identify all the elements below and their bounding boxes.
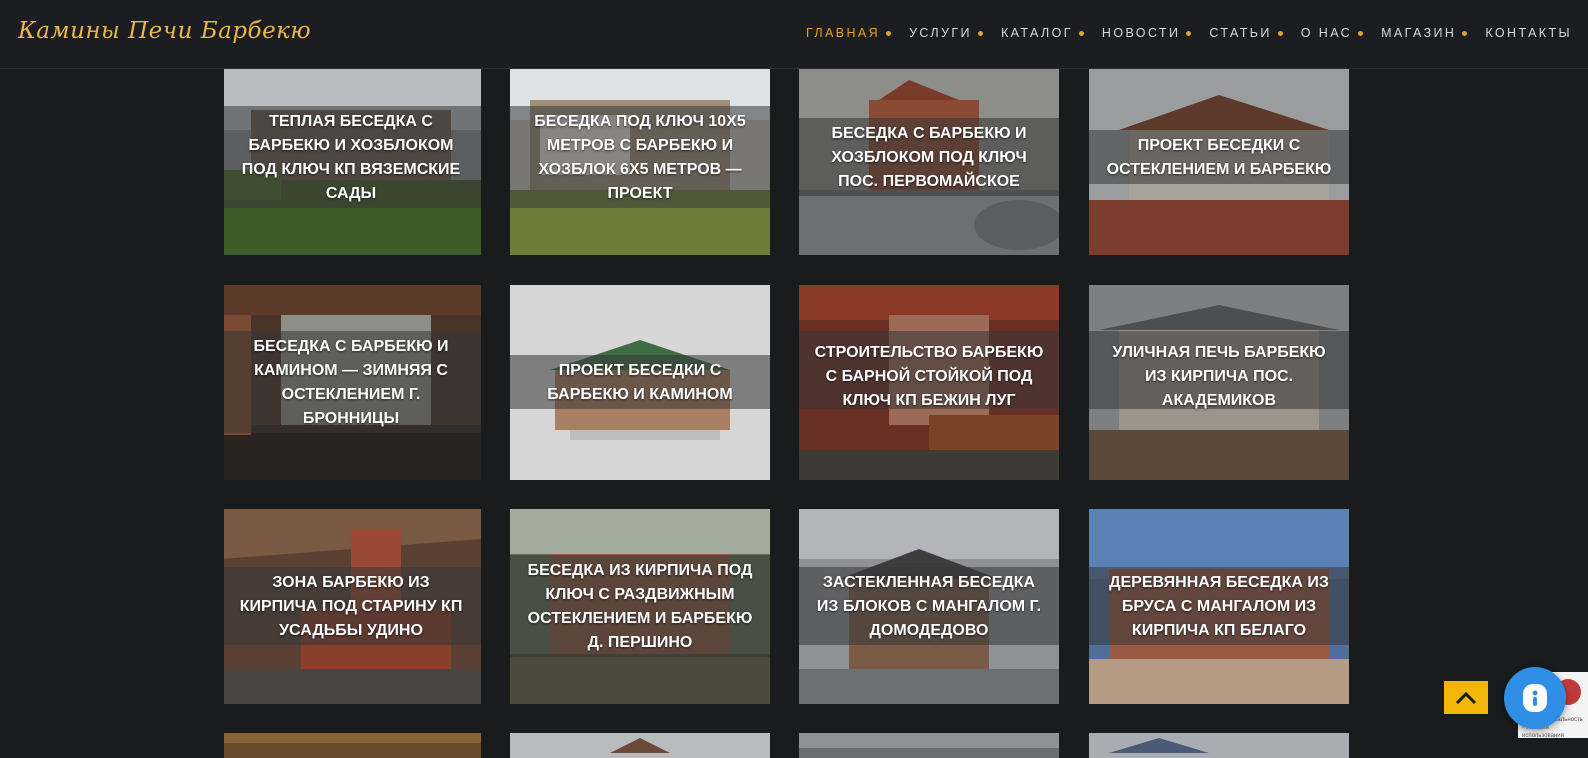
project-title: ПРОЕКТ БЕСЕДКИ С БАРБЕКЮ И КАМИНОМ [547,361,733,403]
project-title: СТРОИТЕЛЬСТВО БАРБЕКЮ С БАРНОЙ СТОЙКОЙ П… [814,343,1044,409]
project-photo [1089,733,1349,758]
project-photo [224,733,481,758]
project-title: ТЕПЛАЯ БЕСЕДКА С БАРБЕКЮ И ХОЗБЛОКОМ ПОД… [241,112,461,202]
projects-grid: ТЕПЛАЯ БЕСЕДКА С БАРБЕКЮ И ХОЗБЛОКОМ ПОД… [224,68,1364,758]
nav-item-services[interactable]: УСЛУГИ [909,26,983,40]
project-title: ЗОНА БАРБЕКЮ ИЗ КИРПИЧА ПОД СТАРИНУ КП У… [239,573,463,639]
project-title: ДЕРЕВЯННАЯ БЕСЕДКА ИЗ БРУСА С МАНГАЛОМ И… [1109,573,1329,639]
project-card[interactable]: ПРОЕКТ БЕСЕДКИ С ОСТЕКЛЕНИЕМ И БАРБЕКЮ [1089,68,1349,255]
nav-item-about[interactable]: О НАС [1300,26,1364,40]
project-card[interactable] [224,733,481,758]
project-card[interactable]: БЕСЕДКА С БАРБЕКЮ И ХОЗБЛОКОМ ПОД КЛЮЧ П… [799,68,1059,255]
project-card[interactable]: УЛИЧНАЯ ПЕЧЬ БАРБЕКЮ ИЗ КИРПИЧА ПОС. АКА… [1089,285,1349,480]
site-logo[interactable]: Камины Печи Барбекю [18,18,311,44]
project-title: ПРОЕКТ БЕСЕДКИ С ОСТЕКЛЕНИЕМ И БАРБЕКЮ [1106,136,1332,178]
nav-item-label: ГЛАВНАЯ [805,26,881,40]
nav-item-contacts[interactable]: КОНТАКТЫ [1485,26,1572,40]
project-card[interactable]: БЕСЕДКА ИЗ КИРПИЧА ПОД КЛЮЧ С РАЗДВИЖНЫМ… [510,509,770,704]
site-header: Камины Печи Барбекю ГЛАВНАЯ УСЛУГИ КАТАЛ… [0,0,1588,69]
project-title: ЗАСТЕКЛЕННАЯ БЕСЕДКА ИЗ БЛОКОВ С МАНГАЛО… [816,573,1042,639]
project-card[interactable]: СТРОИТЕЛЬСТВО БАРБЕКЮ С БАРНОЙ СТОЙКОЙ П… [799,285,1059,480]
nav-item-home[interactable]: ГЛАВНАЯ [805,26,892,40]
chat-button[interactable] [1504,667,1566,729]
project-card[interactable]: БЕСЕДКА С БАРБЕКЮ И КАМИНОМ — ЗИМНЯЯ С О… [224,285,481,480]
scroll-to-top-button[interactable] [1444,681,1488,714]
nav-dot-icon [977,30,983,36]
nav-dot-icon [886,30,892,36]
nav-dot-icon [1462,30,1468,36]
project-card[interactable]: ДЕРЕВЯННАЯ БЕСЕДКА ИЗ БРУСА С МАНГАЛОМ И… [1089,509,1349,704]
nav-item-label: НОВОСТИ [1101,26,1181,40]
project-title: БЕСЕДКА ПОД КЛЮЧ 10Х5 МЕТРОВ С БАРБЕКЮ И… [534,112,746,202]
project-card[interactable]: БЕСЕДКА ПОД КЛЮЧ 10Х5 МЕТРОВ С БАРБЕКЮ И… [510,68,770,255]
chat-icon [1523,684,1547,712]
nav-dot-icon [1358,30,1364,36]
nav-item-label: КАТАЛОГ [1000,26,1073,40]
project-title: БЕСЕДКА С БАРБЕКЮ И ХОЗБЛОКОМ ПОД КЛЮЧ П… [831,124,1027,190]
nav-item-label: УСЛУГИ [909,26,972,40]
project-card[interactable] [799,733,1059,758]
nav-dot-icon [1078,30,1084,36]
project-card[interactable]: ЗАСТЕКЛЕННАЯ БЕСЕДКА ИЗ БЛОКОВ С МАНГАЛО… [799,509,1059,704]
project-card[interactable] [510,733,770,758]
nav-item-label: О НАС [1300,26,1353,40]
project-card[interactable]: ПРОЕКТ БЕСЕДКИ С БАРБЕКЮ И КАМИНОМ [510,285,770,480]
main-nav: ГЛАВНАЯ УСЛУГИ КАТАЛОГ НОВОСТИ СТАТЬИ О … [788,26,1572,40]
project-title: БЕСЕДКА С БАРБЕКЮ И КАМИНОМ — ЗИМНЯЯ С О… [253,337,449,427]
nav-item-label: КОНТАКТЫ [1485,26,1572,40]
project-photo [510,733,770,758]
nav-dot-icon [1186,30,1192,36]
nav-item-articles[interactable]: СТАТЬИ [1209,26,1283,40]
nav-item-label: СТАТЬИ [1209,26,1272,40]
nav-item-label: МАГАЗИН [1381,26,1457,40]
project-card[interactable]: ЗОНА БАРБЕКЮ ИЗ КИРПИЧА ПОД СТАРИНУ КП У… [224,509,481,704]
project-photo [799,733,1059,758]
project-title: УЛИЧНАЯ ПЕЧЬ БАРБЕКЮ ИЗ КИРПИЧА ПОС. АКА… [1112,343,1326,409]
nav-item-news[interactable]: НОВОСТИ [1101,26,1192,40]
project-card[interactable]: ТЕПЛАЯ БЕСЕДКА С БАРБЕКЮ И ХОЗБЛОКОМ ПОД… [224,68,481,255]
chevron-up-icon [1455,691,1477,704]
nav-item-shop[interactable]: МАГАЗИН [1381,26,1468,40]
project-title: БЕСЕДКА ИЗ КИРПИЧА ПОД КЛЮЧ С РАЗДВИЖНЫМ… [527,561,753,651]
project-card[interactable] [1089,733,1349,758]
nav-item-catalog[interactable]: КАТАЛОГ [1001,26,1084,40]
nav-dot-icon [1277,30,1283,36]
